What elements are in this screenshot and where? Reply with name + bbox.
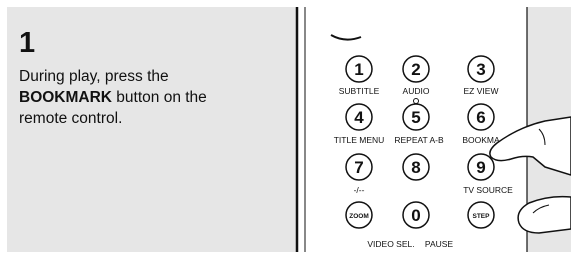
key-0[interactable]: 0 (402, 201, 430, 229)
key-8[interactable]: 8 (402, 153, 430, 181)
svg-text:8: 8 (411, 158, 420, 177)
key-1[interactable]: 1 (345, 55, 373, 83)
svg-text:2: 2 (411, 60, 420, 79)
svg-text:6: 6 (476, 108, 485, 127)
label-bookmark: BOOKMA (462, 135, 500, 145)
svg-text:STEP: STEP (473, 213, 491, 220)
svg-text:0: 0 (411, 206, 420, 225)
label-subtitle: SUBTITLE (339, 86, 380, 96)
svg-text:7: 7 (354, 158, 363, 177)
svg-text:4: 4 (354, 108, 364, 127)
bookmark-button-name: BOOKMARK (19, 89, 112, 106)
svg-text:ZOOM: ZOOM (349, 213, 369, 220)
svg-text:9: 9 (476, 158, 485, 177)
label-pause: PAUSE (425, 239, 454, 249)
label-tv-source: TV SOURCE (463, 185, 513, 195)
svg-text:3: 3 (476, 60, 485, 79)
label-repeat-ab: REPEAT A-B (394, 135, 444, 145)
label-audio: AUDIO (403, 86, 430, 96)
key-7[interactable]: 7 (345, 153, 373, 181)
label-video-sel: VIDEO SEL. (367, 239, 414, 249)
key-3[interactable]: 3 (467, 55, 495, 83)
key-9[interactable]: 9 (467, 153, 495, 181)
label-dash: -/-- (354, 185, 365, 195)
key-4[interactable]: 4 (345, 103, 373, 131)
key-6[interactable]: 6 (467, 103, 495, 131)
label-title-menu: TITLE MENU (334, 135, 385, 145)
label-ez-view: EZ VIEW (464, 86, 499, 96)
step-number: 1 (19, 27, 36, 59)
remote-control-illustration: 1 2 3 SUBTITLE AUDIO EZ VIEW 4 5 6 TITLE… (283, 7, 571, 252)
remote-control-svg: 1 2 3 SUBTITLE AUDIO EZ VIEW 4 5 6 TITLE… (283, 7, 571, 252)
zoom-key[interactable]: ZOOM (345, 201, 373, 229)
svg-text:5: 5 (411, 108, 420, 127)
step-key[interactable]: STEP (467, 201, 495, 229)
svg-text:1: 1 (354, 60, 363, 79)
key-2[interactable]: 2 (402, 55, 430, 83)
instruction-text-before: During play, press the (19, 68, 169, 85)
instruction-text: During play, press the BOOKMARK button o… (19, 66, 259, 129)
